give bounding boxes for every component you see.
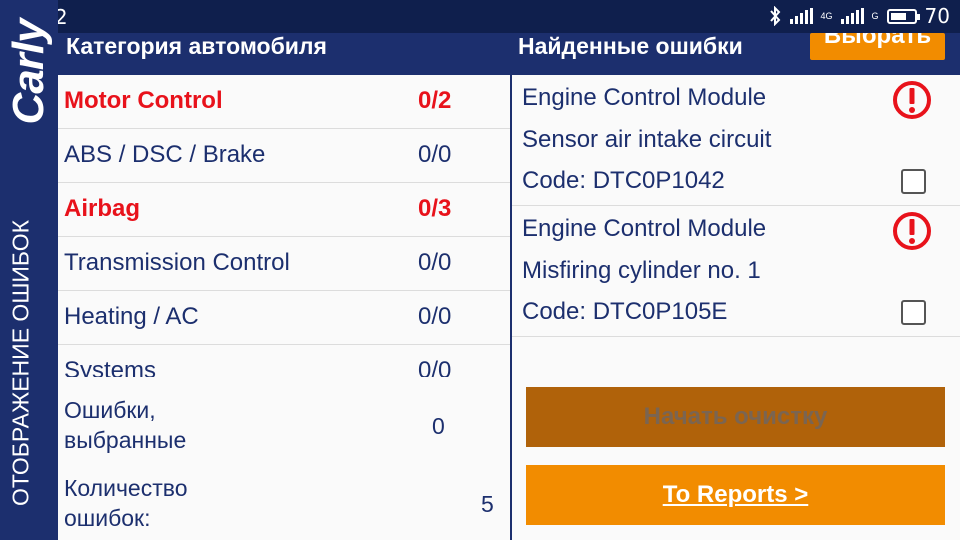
bluetooth-icon — [769, 6, 780, 26]
app-screen: 14:22 4G G 70 Carly ОТОБРАЖЕНИЕ ОШИБОК К… — [0, 0, 960, 540]
error-count-value: 5 — [481, 491, 494, 517]
category-row-motor-control[interactable]: Motor Control 0/2 — [58, 75, 510, 129]
selected-errors-label-line1: Ошибки, — [64, 397, 156, 423]
fault-select-checkbox[interactable] — [901, 169, 926, 194]
error-count-label-line2: ошибок: — [64, 505, 151, 531]
battery-fill — [890, 12, 906, 20]
status-bar: 14:22 4G G 70 — [0, 0, 960, 33]
select-button[interactable]: Выбрать — [810, 33, 945, 60]
warning-icon — [893, 81, 931, 119]
category-row-heating-ac[interactable]: Heating / AC 0/0 — [58, 291, 510, 345]
category-list[interactable]: Motor Control 0/2 ABS / DSC / Brake 0/0 … — [58, 75, 510, 377]
category-name: ABS / DSC / Brake — [64, 141, 266, 168]
selected-errors-value: 0 — [432, 413, 445, 439]
fault-select-checkbox[interactable] — [901, 300, 926, 325]
fault-description: Sensor air intake circuit — [522, 126, 772, 153]
category-count: 0/0 — [418, 303, 452, 330]
carly-logo: Carly — [4, 19, 53, 125]
category-name: Systems — [64, 357, 157, 377]
found-errors-header: Найденные ошибки — [518, 33, 743, 59]
category-row-systems[interactable]: Systems 0/0 — [58, 345, 510, 377]
category-row-airbag[interactable]: Airbag 0/3 — [58, 183, 510, 237]
category-name: Heating / AC — [64, 303, 199, 330]
selected-errors-label-line2: выбранные — [64, 427, 187, 453]
start-clearing-button[interactable]: Начать очистку — [526, 387, 945, 447]
side-tab-title: ОТОБРАЖЕНИЕ ОШИБОК — [7, 219, 34, 507]
category-row-transmission-control[interactable]: Transmission Control 0/0 — [58, 237, 510, 291]
category-name: Motor Control — [64, 87, 223, 114]
category-count: 0/2 — [418, 87, 452, 114]
select-button-label: Выбрать — [823, 33, 932, 49]
category-panel: Motor Control 0/2 ABS / DSC / Brake 0/0 … — [58, 75, 510, 540]
cell-signal-icon — [840, 8, 864, 24]
side-tab[interactable]: Carly ОТОБРАЖЕНИЕ ОШИБОК — [0, 0, 58, 540]
to-reports-button[interactable]: To Reports > — [526, 465, 945, 525]
battery-level: 70 — [924, 4, 950, 28]
start-clearing-label: Начать очистку — [643, 403, 828, 430]
fault-code: Code: DTC0P105E — [522, 298, 728, 325]
category-count: 0/0 — [418, 357, 452, 377]
fault-code: Code: DTC0P1042 — [522, 167, 725, 194]
status-icons: 4G G 70 — [768, 4, 950, 28]
fault-item[interactable]: Engine Control Module Sensor air intake … — [512, 75, 960, 206]
warning-icon — [893, 212, 931, 250]
category-header: Категория автомобиля — [66, 33, 327, 59]
to-reports-label: To Reports > — [662, 481, 809, 508]
network-type-g: G — [871, 10, 879, 21]
category-count: 0/0 — [418, 141, 452, 168]
category-name: Transmission Control — [64, 249, 290, 276]
category-row-abs-dsc-brake[interactable]: ABS / DSC / Brake 0/0 — [58, 129, 510, 183]
selected-errors-label: Ошибки, выбранные — [64, 395, 186, 455]
header: Категория автомобиля Найденные ошибки Вы… — [58, 33, 960, 75]
found-errors-panel: Engine Control Module Sensor air intake … — [512, 75, 960, 540]
category-count: 0/3 — [418, 195, 452, 222]
fault-module: Engine Control Module — [522, 84, 767, 111]
wifi-signal-icon — [789, 8, 813, 24]
category-count: 0/0 — [418, 249, 452, 276]
fault-description: Misfiring cylinder no. 1 — [522, 257, 761, 284]
fault-item[interactable]: Engine Control Module Misfiring cylinder… — [512, 206, 960, 337]
error-count-label: Количество ошибок: — [64, 473, 188, 533]
category-name: Airbag — [64, 195, 141, 222]
fault-module: Engine Control Module — [522, 215, 767, 242]
battery-icon — [886, 8, 920, 24]
network-type-4g: 4G — [820, 10, 833, 21]
error-count-label-line1: Количество — [64, 475, 188, 501]
